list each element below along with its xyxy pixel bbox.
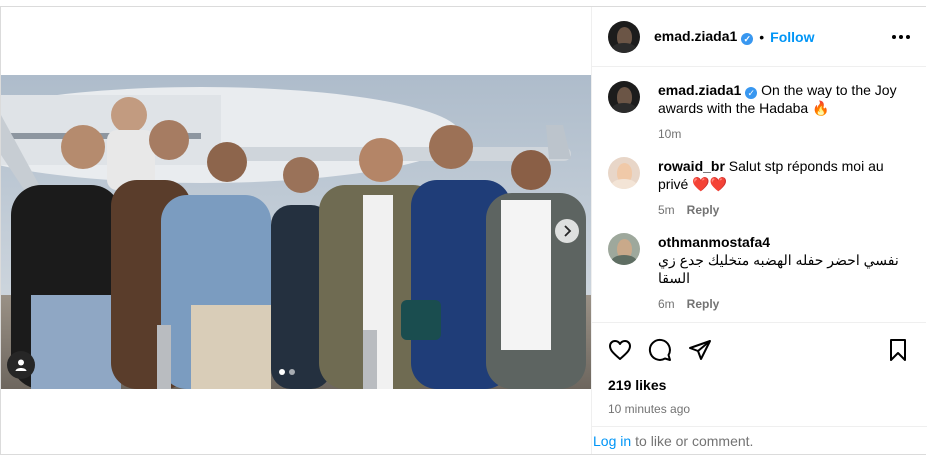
author-avatar[interactable] <box>608 81 640 113</box>
bookmark-icon[interactable] <box>886 338 910 362</box>
commenter-avatar[interactable] <box>608 157 640 189</box>
post-header: emad.ziada1 ✓ • Follow <box>592 7 926 67</box>
group-photo-image <box>1 75 591 389</box>
carousel-dots <box>279 369 295 375</box>
comment-item: rowaid_br Salut stp réponds moi au privé… <box>608 157 910 219</box>
user-tag-icon <box>15 359 27 371</box>
login-prompt: Log in to like or comment. <box>592 426 927 454</box>
carousel-next-button[interactable] <box>555 219 579 243</box>
chevron-right-icon <box>564 225 572 237</box>
reply-button[interactable]: Reply <box>687 295 720 313</box>
reply-button[interactable]: Reply <box>687 201 720 219</box>
post-media <box>1 7 591 454</box>
user-tags-button[interactable] <box>7 351 35 379</box>
likes-count[interactable]: 219 likes <box>592 377 926 393</box>
commenter-avatar[interactable] <box>608 233 640 265</box>
instagram-post-page: emad.ziada1 ✓ • Follow emad.ziada1 ✓ On th… <box>0 0 944 461</box>
follow-button[interactable]: Follow <box>770 29 814 45</box>
post-actions <box>592 323 926 377</box>
carousel-dot <box>279 369 285 375</box>
carousel-dot <box>289 369 295 375</box>
heart-icon[interactable] <box>608 338 632 362</box>
author-avatar[interactable] <box>608 20 640 53</box>
caption-time: 10m <box>658 127 682 141</box>
comment-item: othmanmostafa4 نفسي احضر حفله الهضبه متخ… <box>608 233 910 313</box>
comment-username[interactable]: othmanmostafa4 <box>658 234 770 250</box>
comment-time: 5m <box>658 203 675 217</box>
comment-time: 6m <box>658 297 675 311</box>
comment-text: نفسي احضر حفله الهضبه متخليك جدع زي السق… <box>658 252 899 286</box>
verified-badge-icon: ✓ <box>741 33 754 46</box>
comment-username[interactable]: rowaid_br <box>658 158 725 174</box>
more-options-icon[interactable] <box>890 27 912 47</box>
fire-emoji: 🔥 <box>812 100 830 116</box>
verified-badge-icon: ✓ <box>745 87 758 99</box>
comment-icon[interactable] <box>648 338 672 362</box>
caption-item: emad.ziada1 ✓ On the way to the Joy award… <box>608 81 910 143</box>
post-photo <box>1 75 591 389</box>
post-sidebar: emad.ziada1 ✓ • Follow emad.ziada1 ✓ On th… <box>591 7 927 454</box>
posted-time: 10 minutes ago <box>608 402 691 416</box>
login-link[interactable]: Log in <box>593 433 631 449</box>
post-container: emad.ziada1 ✓ • Follow emad.ziada1 ✓ On th… <box>0 6 927 455</box>
separator-bullet: • <box>759 28 765 45</box>
caption-username[interactable]: emad.ziada1 <box>658 82 741 98</box>
login-prompt-text: to like or comment. <box>635 432 754 449</box>
comments-list: emad.ziada1 ✓ On the way to the Joy award… <box>592 67 926 323</box>
share-icon[interactable] <box>688 338 712 362</box>
heart-emoji: ❤️❤️ <box>692 176 728 192</box>
author-username[interactable]: emad.ziada1 ✓ <box>654 28 754 46</box>
